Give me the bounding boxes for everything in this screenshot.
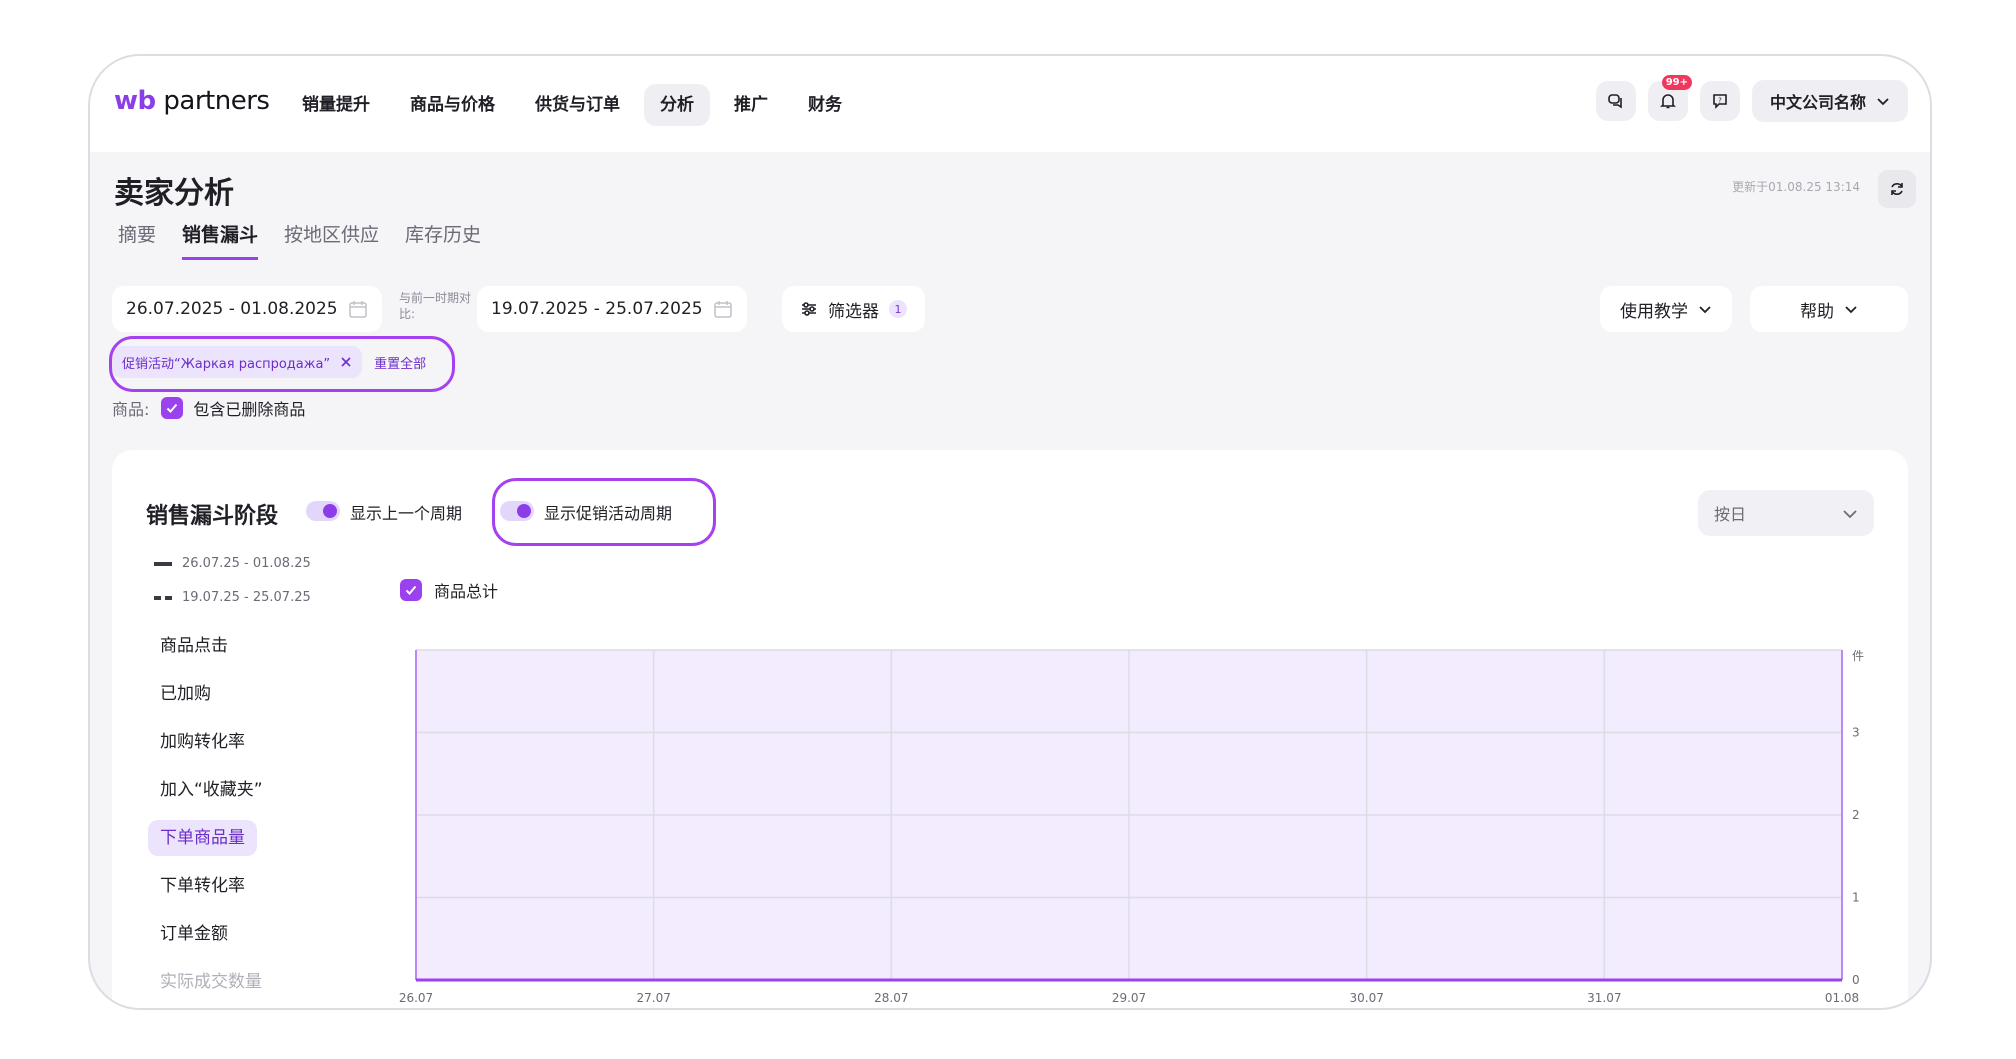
analytics-tabs: 摘要 销售漏斗 按地区供应 库存历史: [118, 220, 481, 260]
tab-regional-supply[interactable]: 按地区供应: [284, 220, 379, 260]
goods-options: 商品: 包含已删除商品: [112, 396, 305, 420]
nav-item-supply-orders[interactable]: 供货与订单: [519, 84, 636, 126]
legend-current-label: 26.07.25 - 01.08.25: [182, 556, 311, 571]
help-dropdown[interactable]: 帮助: [1750, 286, 1908, 332]
product-total-checkbox[interactable]: [400, 579, 422, 601]
funnel-chart: 0 1 2 3 件 26.07 27.07 28.07 29.07 30.07 31.07 01.08: [399, 649, 1864, 1005]
check-icon: [167, 403, 178, 413]
nav-item-promotion[interactable]: 推广: [718, 84, 784, 126]
x-tick-label: 29.07: [1112, 991, 1146, 1005]
metric-item[interactable]: 下单转化率: [148, 868, 257, 904]
goods-label: 商品:: [112, 400, 150, 419]
metric-item[interactable]: 实际成交数量: [148, 964, 274, 1000]
y-tick-label: 2: [1852, 808, 1860, 822]
solid-line-swatch: [154, 561, 172, 566]
help-chat-icon: ?: [1713, 94, 1727, 109]
calendar-icon: [714, 301, 732, 318]
sliders-icon: [802, 302, 816, 316]
include-deleted-checkbox[interactable]: [161, 397, 184, 419]
chevron-down-icon: [1843, 510, 1857, 519]
legend-current-period: 26.07.25 - 01.08.25: [154, 556, 311, 571]
period-value: 26.07.2025 - 01.08.2025: [126, 299, 338, 319]
show-previous-period-label: 显示上一个周期: [350, 504, 463, 523]
metric-item[interactable]: 商品点击: [148, 628, 240, 664]
tab-stock-history[interactable]: 库存历史: [405, 220, 481, 260]
wb-partners-logo[interactable]: wb partners: [114, 86, 270, 116]
y-tick-label: 1: [1852, 891, 1860, 905]
company-name: 中文公司名称: [1769, 93, 1866, 112]
metric-item[interactable]: 加购转化率: [148, 724, 257, 760]
chevron-down-icon: [1699, 306, 1711, 314]
tutorial-dropdown[interactable]: 使用教学: [1600, 286, 1732, 332]
sales-funnel-card: 销售漏斗阶段 显示上一个周期 显示促销活动周期 按日 26.07.25 - 01…: [112, 450, 1908, 1008]
x-tick-label: 31.07: [1587, 991, 1621, 1005]
filters-count-badge: 1: [889, 300, 907, 318]
include-deleted-option[interactable]: 包含已删除商品: [161, 396, 305, 420]
notifications-button[interactable]: 99+: [1647, 75, 1692, 121]
dashed-line-swatch: [154, 595, 172, 600]
notifications-badge: 99+: [1661, 75, 1692, 90]
nav-item-products-prices[interactable]: 商品与价格: [394, 84, 511, 126]
y-unit-label: 件: [1852, 649, 1864, 663]
funnel-title: 销售漏斗阶段: [146, 504, 279, 529]
metric-item[interactable]: 已加购: [148, 676, 223, 712]
metric-item[interactable]: 加入“收藏夹”: [148, 772, 275, 808]
toggle-knob: [323, 504, 337, 518]
granularity-select[interactable]: 按日: [1698, 490, 1874, 536]
filters-label: 筛选器: [828, 301, 879, 322]
page-title: 卖家分析: [114, 176, 234, 211]
company-selector[interactable]: 中文公司名称: [1751, 80, 1908, 122]
top-right-actions: 99+ ? 中文公司名称: [1595, 75, 1908, 122]
product-total-option[interactable]: 商品总计: [400, 578, 498, 602]
x-tick-label: 30.07: [1349, 991, 1383, 1005]
metric-item-active[interactable]: 下单商品量: [148, 820, 257, 856]
main-nav: 销量提升 商品与价格 供货与订单 分析 推广 财务: [286, 84, 858, 126]
refresh-button[interactable]: [1878, 170, 1916, 208]
compare-label: 与前一时期对比:: [399, 291, 472, 321]
period-date-picker[interactable]: 26.07.2025 - 01.08.2025: [112, 286, 382, 332]
compare-period-value: 19.07.2025 - 25.07.2025: [491, 299, 703, 319]
x-tick-label: 01.08: [1825, 991, 1859, 1005]
chat-icon: [1608, 94, 1622, 109]
y-tick-label: 3: [1852, 726, 1860, 740]
top-navigation-bar: wb partners 销量提升 商品与价格 供货与订单 分析 推广 财务 99…: [90, 56, 1930, 152]
product-total-label: 商品总计: [434, 582, 499, 601]
show-previous-period-toggle[interactable]: [306, 501, 340, 521]
include-deleted-label: 包含已删除商品: [193, 400, 306, 419]
check-icon: [405, 585, 417, 595]
nav-item-finance[interactable]: 财务: [792, 84, 858, 126]
calendar-icon: [349, 301, 367, 318]
svg-text:?: ?: [1718, 97, 1722, 105]
chevron-down-icon: [1877, 98, 1889, 106]
metric-item[interactable]: 订单金额: [148, 916, 240, 952]
refresh-icon: [1891, 183, 1903, 195]
chevron-down-icon: [1845, 306, 1857, 314]
tab-sales-funnel[interactable]: 销售漏斗: [182, 220, 259, 260]
x-tick-label: 27.07: [636, 991, 670, 1005]
highlight-circle: [109, 336, 455, 392]
bell-icon: [1660, 94, 1676, 109]
chat-button[interactable]: [1595, 81, 1636, 121]
support-button[interactable]: ?: [1699, 81, 1740, 121]
tutorial-label: 使用教学: [1620, 301, 1688, 322]
y-tick-label: 0: [1852, 973, 1860, 987]
highlight-circle: [492, 478, 716, 546]
tab-summary[interactable]: 摘要: [118, 220, 156, 260]
updated-timestamp: 更新于01.08.25 13:14: [1732, 180, 1860, 194]
legend-previous-period: 19.07.25 - 25.07.25: [154, 590, 311, 605]
help-label: 帮助: [1800, 301, 1834, 322]
compare-date-picker[interactable]: 19.07.2025 - 25.07.2025: [477, 286, 747, 332]
filters-button[interactable]: 筛选器 1: [782, 286, 925, 332]
legend-previous-label: 19.07.25 - 25.07.25: [182, 590, 311, 605]
x-tick-label: 26.07: [399, 991, 433, 1005]
nav-item-sales-boost[interactable]: 销量提升: [286, 84, 386, 126]
x-tick-label: 28.07: [874, 991, 908, 1005]
granularity-value: 按日: [1714, 505, 1747, 524]
app-window: wb partners 销量提升 商品与价格 供货与订单 分析 推广 财务 99…: [88, 54, 1932, 1010]
nav-item-analytics[interactable]: 分析: [644, 84, 710, 126]
